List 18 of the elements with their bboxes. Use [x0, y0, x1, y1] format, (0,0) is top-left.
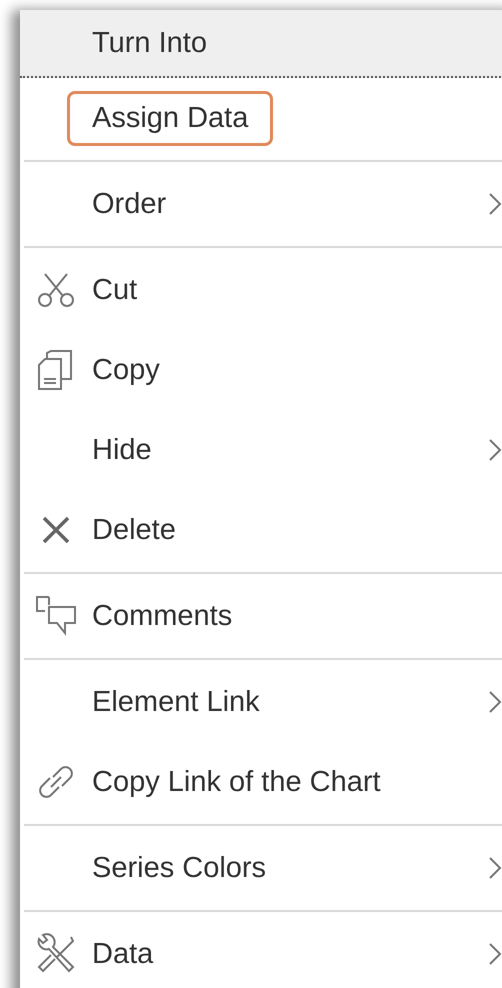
menu-item[interactable]: Turn Into [20, 10, 502, 78]
scissors-icon [37, 272, 75, 308]
comments-icon [35, 595, 77, 637]
menu-item[interactable]: Series Colors [20, 828, 502, 908]
link-icon [37, 763, 75, 801]
menu-item[interactable]: Hide [20, 410, 502, 490]
menu-item[interactable]: Comments [20, 576, 502, 656]
menu-item[interactable]: Cut [20, 250, 502, 330]
menu-item[interactable]: Order [20, 164, 502, 244]
menu-item[interactable]: Copy Link of the Chart [20, 742, 502, 822]
copy-icon [37, 349, 75, 391]
menu-item[interactable]: Assign Data [20, 78, 502, 158]
tools-icon [35, 933, 77, 975]
menu-item[interactable]: Element Link [20, 662, 502, 742]
close-icon [41, 515, 71, 545]
menu-item[interactable]: Data [20, 914, 502, 988]
menu-item[interactable]: Delete [20, 490, 502, 570]
menu-item[interactable]: Copy [20, 330, 502, 410]
